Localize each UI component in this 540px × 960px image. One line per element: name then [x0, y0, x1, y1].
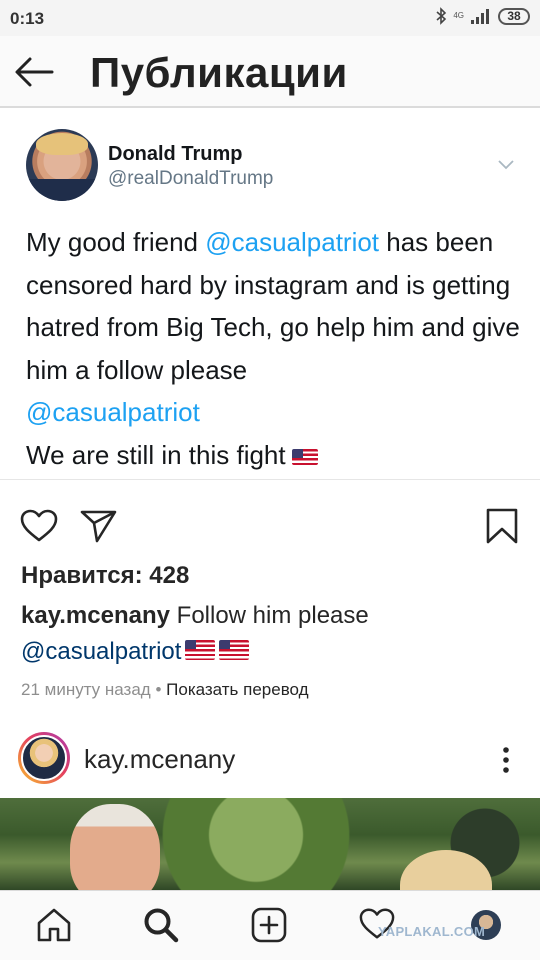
- page-title: Публикации: [90, 49, 348, 96]
- separator: •: [150, 680, 167, 699]
- add-post-icon[interactable]: [251, 907, 287, 943]
- post-actions: [0, 500, 540, 550]
- network-type: 4G: [453, 11, 464, 20]
- back-button[interactable]: [12, 52, 56, 92]
- post-image[interactable]: Donald Trump @realDonaldTrump My good fr…: [0, 112, 540, 480]
- likes-count[interactable]: Нравится: 428: [21, 562, 189, 590]
- watermark: YAPLAKAL.COM: [378, 924, 486, 939]
- us-flag-icon: [291, 448, 318, 465]
- post-text: My good friend @casualpatriot has been c…: [26, 221, 526, 477]
- timestamp: 21 минуту назад: [21, 680, 151, 699]
- send-icon[interactable]: [80, 509, 118, 543]
- home-icon[interactable]: [36, 907, 72, 943]
- bookmark-icon[interactable]: [486, 508, 518, 544]
- comment-mention[interactable]: @casualpatriot: [21, 638, 181, 665]
- post-photo[interactable]: [0, 798, 540, 890]
- show-translation-link[interactable]: Показать перевод: [166, 680, 308, 699]
- author-name: Donald Trump: [108, 143, 243, 165]
- app-header: Публикации: [0, 36, 540, 108]
- post-text-part: We are still in this fight: [26, 439, 286, 470]
- comment-text: Follow him please: [169, 602, 369, 629]
- status-icons: 4G 38: [435, 7, 530, 25]
- arrow-left-icon: [15, 57, 54, 87]
- story-avatar[interactable]: [18, 732, 70, 784]
- status-time: 0:13: [10, 9, 45, 28]
- comment: kay.mcenany Follow him please @casualpat…: [21, 598, 521, 670]
- us-flag-icon: [219, 640, 250, 660]
- bottom-nav: YAPLAKAL.COM: [0, 890, 540, 960]
- mention-link: @casualpatriot: [26, 397, 200, 428]
- post-text-part: My good friend: [26, 227, 206, 257]
- author-avatar: [26, 129, 98, 201]
- post-username[interactable]: kay.mcenany: [84, 744, 235, 775]
- signal-icon: [471, 9, 489, 24]
- more-vertical-icon[interactable]: [502, 746, 510, 774]
- author-handle: @realDonaldTrump: [108, 168, 274, 189]
- mention-link: @casualpatriot: [205, 227, 380, 257]
- us-flag-icon: [185, 640, 216, 660]
- comment-username[interactable]: kay.mcenany: [21, 602, 170, 629]
- search-icon[interactable]: [143, 907, 179, 943]
- next-post-header: kay.mcenany: [0, 730, 540, 792]
- battery-indicator: 38: [498, 7, 530, 25]
- heart-icon[interactable]: [20, 509, 58, 543]
- post-meta: 21 минуту назад • Показать перевод: [21, 680, 309, 700]
- bluetooth-icon: [436, 7, 447, 25]
- chevron-down-icon: [498, 160, 514, 170]
- status-bar: 0:13 4G 38: [0, 0, 540, 36]
